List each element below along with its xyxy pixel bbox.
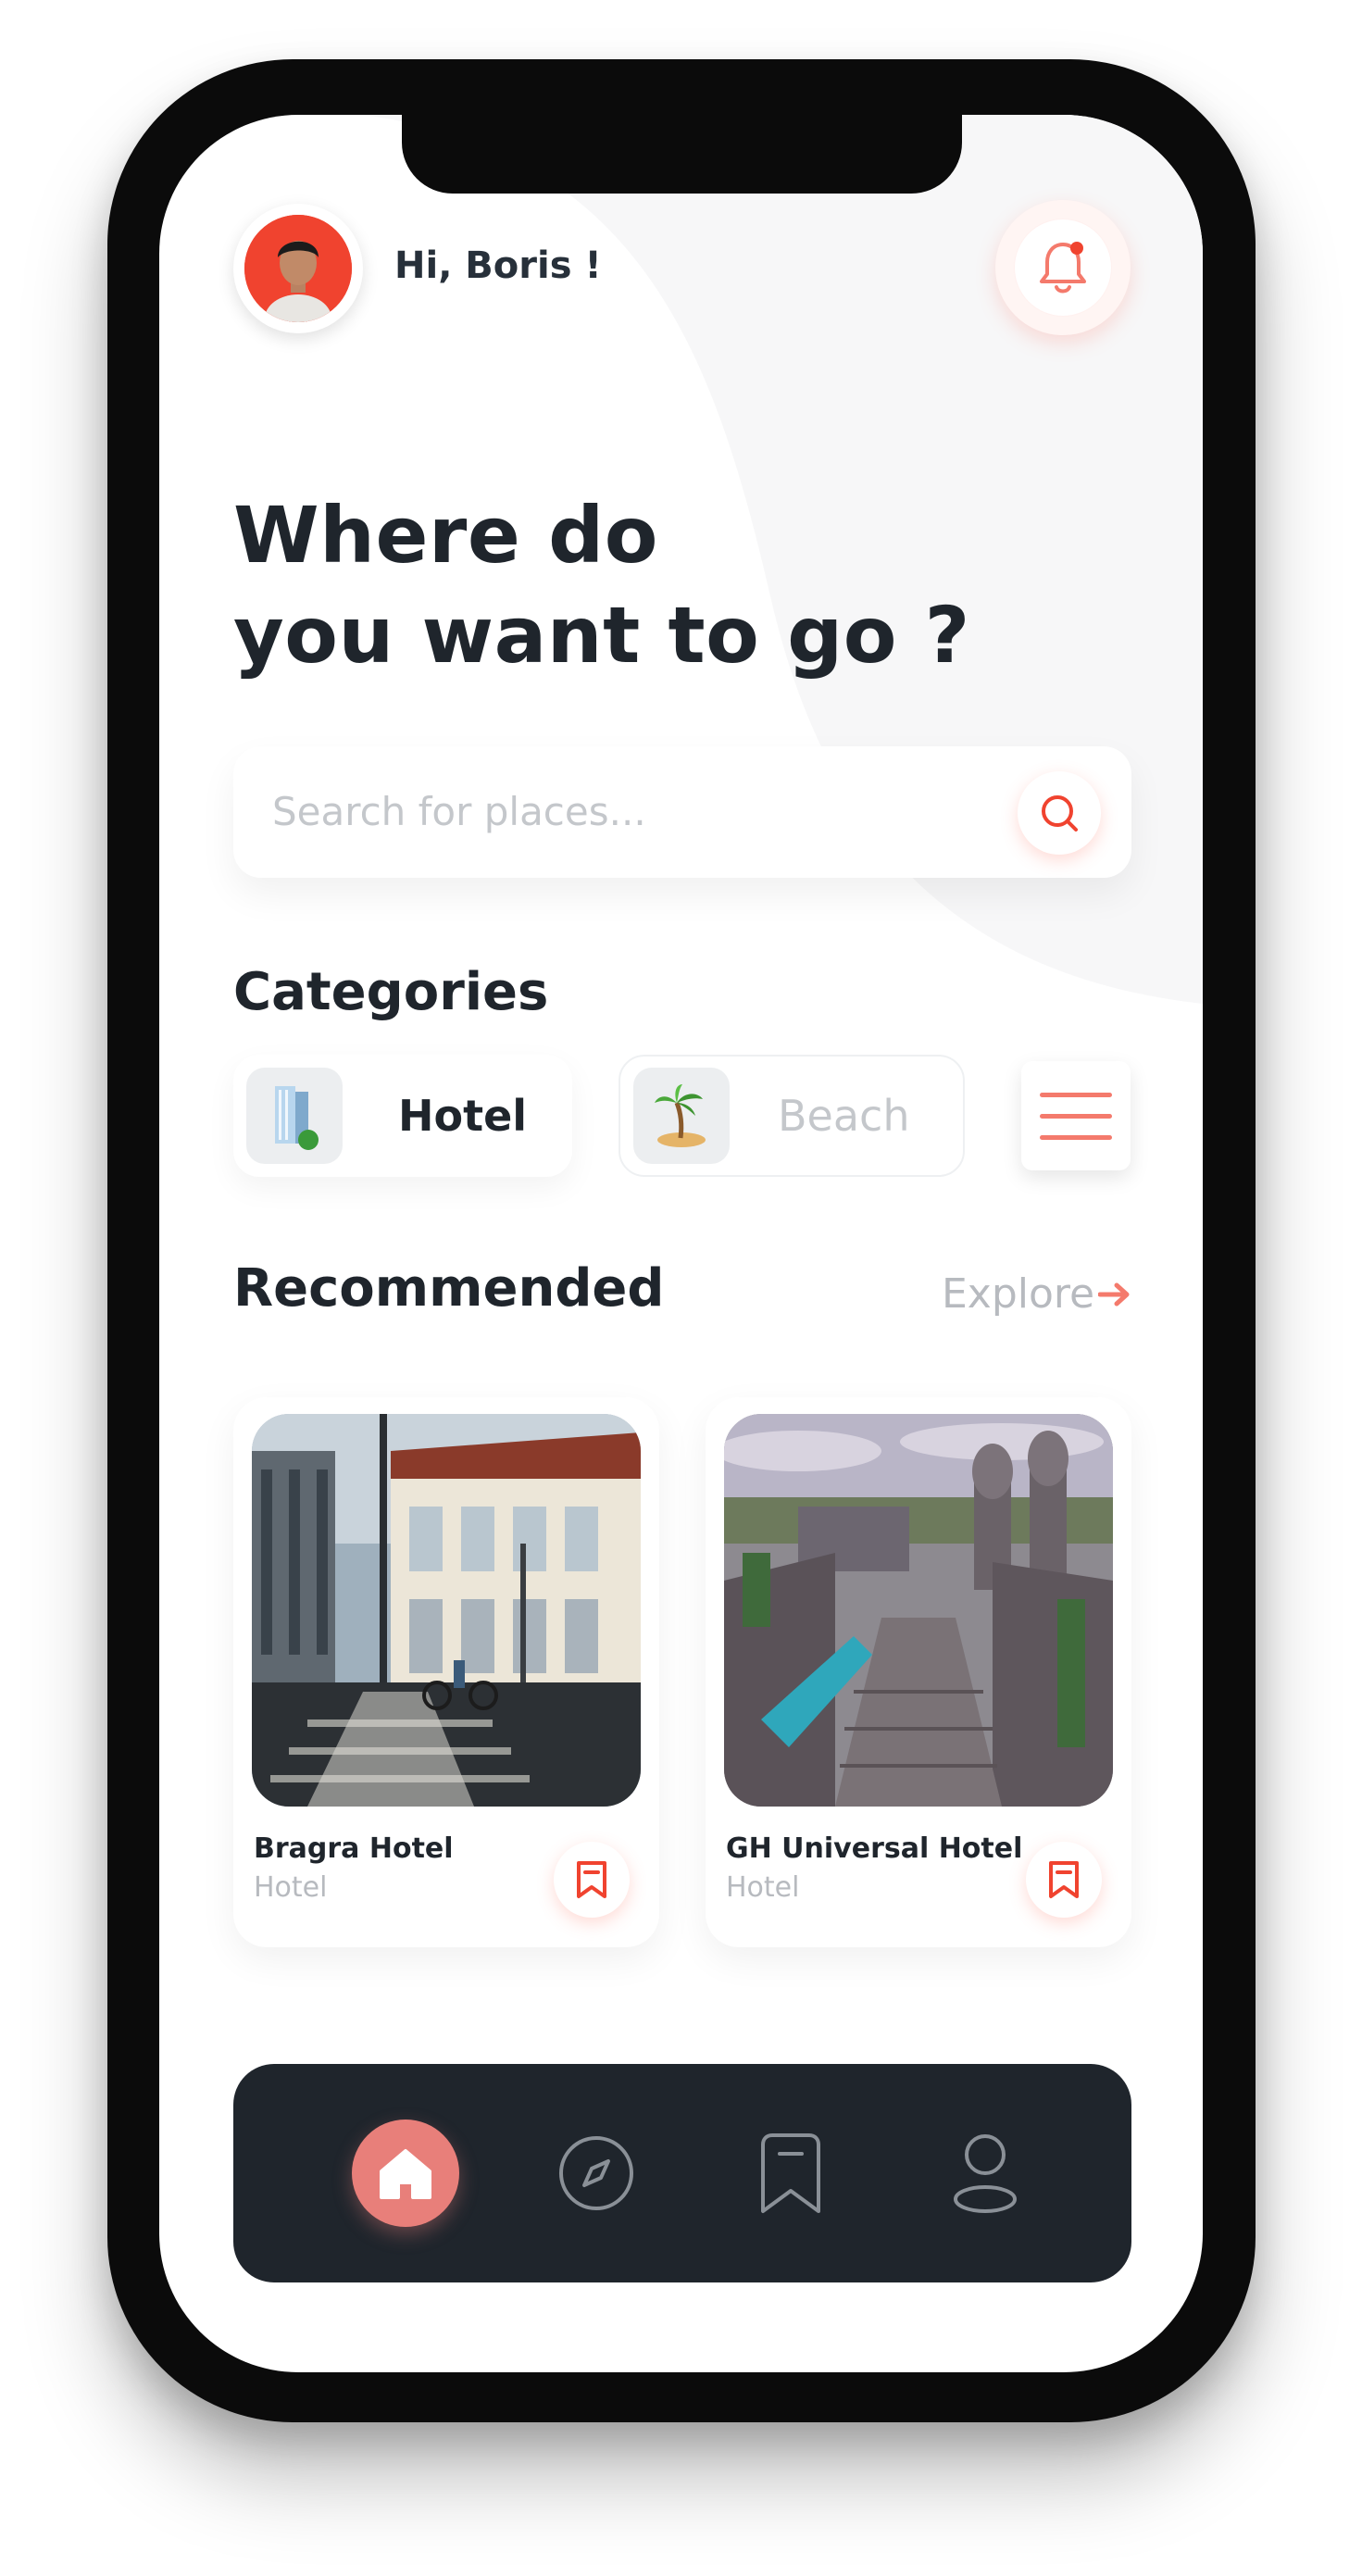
hotel-card[interactable]: GH Universal Hotel Hotel bbox=[706, 1397, 1131, 1947]
categories-heading: Categories bbox=[233, 962, 549, 1022]
hotel-card[interactable]: Bragra Hotel Hotel bbox=[233, 1397, 659, 1947]
profile-icon bbox=[954, 2134, 1017, 2213]
bookmark-icon bbox=[1049, 1861, 1079, 1898]
hotel-type: Hotel bbox=[254, 1871, 328, 1904]
search-icon bbox=[1042, 795, 1078, 832]
bookmark-icon bbox=[761, 2133, 820, 2213]
avatar[interactable] bbox=[233, 204, 363, 333]
bottom-navigation bbox=[233, 2064, 1131, 2282]
page-title: Where do you want to go ? bbox=[233, 485, 970, 685]
category-label: Hotel bbox=[398, 1091, 528, 1141]
bookmark-icon bbox=[577, 1861, 606, 1898]
hotel-building-icon bbox=[246, 1068, 343, 1164]
recommended-heading: Recommended bbox=[233, 1258, 665, 1319]
bell-icon bbox=[1040, 242, 1086, 294]
page-title-line-1: Where do bbox=[233, 490, 658, 581]
home-icon bbox=[380, 2149, 431, 2199]
search-input[interactable] bbox=[272, 783, 994, 839]
avatar-photo bbox=[244, 215, 352, 322]
search-bar bbox=[233, 746, 1131, 878]
palm-tree-icon bbox=[633, 1068, 730, 1164]
nav-saved[interactable] bbox=[726, 2064, 856, 2282]
search-button[interactable] bbox=[1018, 771, 1101, 855]
page-title-line-2: you want to go ? bbox=[233, 590, 970, 681]
nav-home[interactable] bbox=[341, 2064, 470, 2282]
greeting-text: Hi, Boris ! bbox=[394, 244, 602, 287]
menu-icon-line bbox=[1040, 1092, 1112, 1097]
compass-icon bbox=[559, 2136, 633, 2210]
hotel-name: Bragra Hotel bbox=[254, 1832, 454, 1865]
menu-icon-line bbox=[1040, 1113, 1112, 1119]
app-screen: Hi, Boris ! Where do you want to go ? Se… bbox=[159, 115, 1203, 2372]
category-beach[interactable]: Beach bbox=[619, 1055, 965, 1177]
nav-explore[interactable] bbox=[531, 2064, 661, 2282]
nav-profile[interactable] bbox=[920, 2064, 1050, 2282]
bookmark-button[interactable] bbox=[1026, 1842, 1102, 1918]
more-categories-button[interactable] bbox=[1021, 1061, 1131, 1170]
bookmark-button[interactable] bbox=[554, 1842, 630, 1918]
hotel-photo bbox=[252, 1414, 641, 1807]
explore-label: Explore bbox=[942, 1270, 1095, 1318]
explore-link[interactable]: Explore bbox=[942, 1270, 1131, 1318]
notification-button[interactable] bbox=[995, 200, 1131, 335]
hotel-photo bbox=[724, 1414, 1113, 1807]
phone-notch bbox=[402, 115, 962, 194]
category-hotel[interactable]: Hotel bbox=[233, 1055, 572, 1177]
menu-icon-line bbox=[1040, 1134, 1112, 1140]
arrow-right-icon bbox=[1098, 1282, 1130, 1306]
category-label: Beach bbox=[778, 1091, 910, 1141]
hotel-type: Hotel bbox=[726, 1871, 800, 1904]
hotel-name: GH Universal Hotel bbox=[726, 1832, 1023, 1865]
